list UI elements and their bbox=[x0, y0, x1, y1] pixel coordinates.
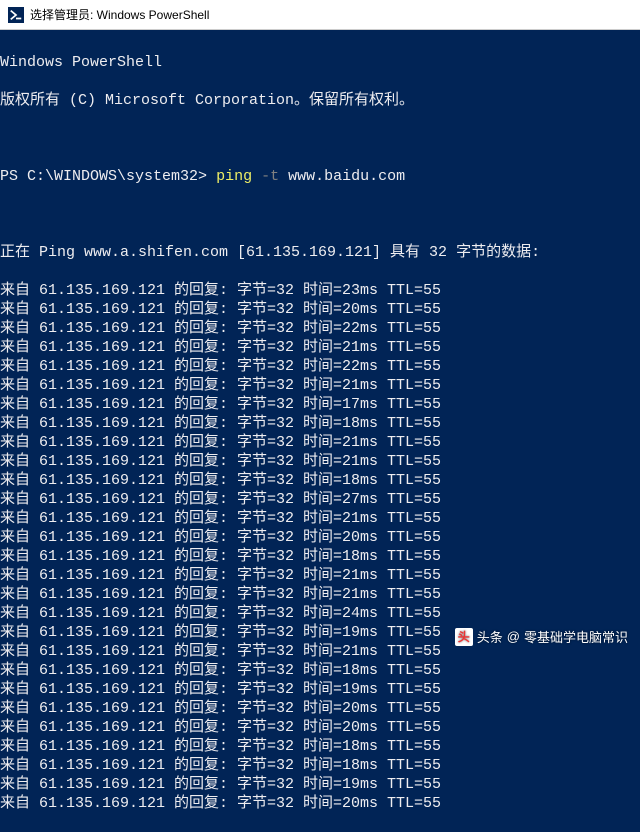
ping-reply-line: 来自 61.135.169.121 的回复: 字节=32 时间=18ms TTL… bbox=[0, 414, 640, 433]
watermark-at: @ bbox=[507, 629, 520, 644]
ping-reply-line: 来自 61.135.169.121 的回复: 字节=32 时间=20ms TTL… bbox=[0, 718, 640, 737]
ping-reply-line: 来自 61.135.169.121 的回复: 字节=32 时间=20ms TTL… bbox=[0, 300, 640, 319]
ping-reply-line: 来自 61.135.169.121 的回复: 字节=32 时间=21ms TTL… bbox=[0, 338, 640, 357]
ping-reply-line: 来自 61.135.169.121 的回复: 字节=32 时间=19ms TTL… bbox=[0, 775, 640, 794]
command-name: ping bbox=[216, 168, 261, 185]
watermark-prefix: 头条 bbox=[477, 627, 503, 646]
ping-reply-line: 来自 61.135.169.121 的回复: 字节=32 时间=18ms TTL… bbox=[0, 756, 640, 775]
ping-header: 正在 Ping www.a.shifen.com [61.135.169.121… bbox=[0, 243, 640, 262]
ping-reply-line: 来自 61.135.169.121 的回复: 字节=32 时间=18ms TTL… bbox=[0, 661, 640, 680]
blank-line bbox=[0, 129, 640, 148]
watermark: 头 头条 @ 零基础学电脑常识 bbox=[455, 627, 628, 646]
ping-reply-line: 来自 61.135.169.121 的回复: 字节=32 时间=18ms TTL… bbox=[0, 737, 640, 756]
ping-reply-line: 来自 61.135.169.121 的回复: 字节=32 时间=18ms TTL… bbox=[0, 471, 640, 490]
watermark-name: 零基础学电脑常识 bbox=[524, 627, 628, 646]
powershell-icon bbox=[8, 7, 24, 23]
ping-reply-line: 来自 61.135.169.121 的回复: 字节=32 时间=22ms TTL… bbox=[0, 357, 640, 376]
ping-reply-line: 来自 61.135.169.121 的回复: 字节=32 时间=21ms TTL… bbox=[0, 452, 640, 471]
header-line: Windows PowerShell bbox=[0, 53, 640, 72]
command-target: www.baidu.com bbox=[288, 168, 405, 185]
prompt-line: PS C:\WINDOWS\system32> ping -t www.baid… bbox=[0, 167, 640, 186]
ping-reply-line: 来自 61.135.169.121 的回复: 字节=32 时间=20ms TTL… bbox=[0, 528, 640, 547]
ping-reply-line: 来自 61.135.169.121 的回复: 字节=32 时间=20ms TTL… bbox=[0, 699, 640, 718]
ping-reply-line: 来自 61.135.169.121 的回复: 字节=32 时间=17ms TTL… bbox=[0, 395, 640, 414]
ping-replies: 来自 61.135.169.121 的回复: 字节=32 时间=23ms TTL… bbox=[0, 281, 640, 813]
ping-reply-line: 来自 61.135.169.121 的回复: 字节=32 时间=18ms TTL… bbox=[0, 547, 640, 566]
ping-reply-line: 来自 61.135.169.121 的回复: 字节=32 时间=21ms TTL… bbox=[0, 585, 640, 604]
ping-reply-line: 来自 61.135.169.121 的回复: 字节=32 时间=21ms TTL… bbox=[0, 433, 640, 452]
window-title: 选择管理员: Windows PowerShell bbox=[30, 6, 209, 23]
ping-reply-line: 来自 61.135.169.121 的回复: 字节=32 时间=19ms TTL… bbox=[0, 680, 640, 699]
ping-reply-line: 来自 61.135.169.121 的回复: 字节=32 时间=21ms TTL… bbox=[0, 509, 640, 528]
watermark-icon: 头 bbox=[455, 628, 473, 646]
ping-reply-line: 来自 61.135.169.121 的回复: 字节=32 时间=20ms TTL… bbox=[0, 794, 640, 813]
blank-line bbox=[0, 205, 640, 224]
ping-reply-line: 来自 61.135.169.121 的回复: 字节=32 时间=23ms TTL… bbox=[0, 281, 640, 300]
ping-reply-line: 来自 61.135.169.121 的回复: 字节=32 时间=21ms TTL… bbox=[0, 376, 640, 395]
command-flag: -t bbox=[261, 168, 288, 185]
terminal-output[interactable]: Windows PowerShell 版权所有 (C) Microsoft Co… bbox=[0, 30, 640, 832]
copyright-line: 版权所有 (C) Microsoft Corporation。保留所有权利。 bbox=[0, 91, 640, 110]
ping-reply-line: 来自 61.135.169.121 的回复: 字节=32 时间=24ms TTL… bbox=[0, 604, 640, 623]
ping-reply-line: 来自 61.135.169.121 的回复: 字节=32 时间=22ms TTL… bbox=[0, 319, 640, 338]
ping-reply-line: 来自 61.135.169.121 的回复: 字节=32 时间=21ms TTL… bbox=[0, 566, 640, 585]
ping-reply-line: 来自 61.135.169.121 的回复: 字节=32 时间=27ms TTL… bbox=[0, 490, 640, 509]
window-titlebar[interactable]: 选择管理员: Windows PowerShell bbox=[0, 0, 640, 30]
